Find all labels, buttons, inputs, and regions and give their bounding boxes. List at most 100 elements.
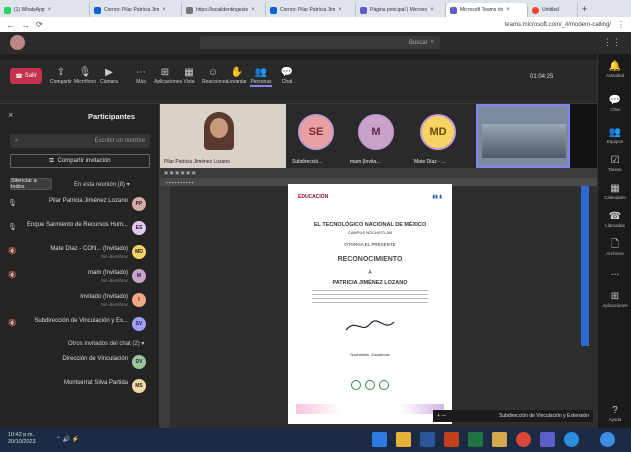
- close-icon[interactable]: ×: [430, 7, 434, 13]
- files-icon: 🗋: [610, 239, 620, 250]
- close-icon[interactable]: ×: [8, 110, 13, 120]
- participant-row[interactable]: Dirección de Vinculación DV: [0, 352, 160, 374]
- logos: ▮▮ ▮: [432, 194, 442, 200]
- excel-icon[interactable]: [468, 432, 483, 447]
- browser-tab[interactable]: (1) WhatsApp ×: [0, 3, 90, 17]
- avatar: SV: [132, 317, 146, 331]
- rail-item-activity[interactable]: 🔔 Actividad: [598, 60, 631, 78]
- browser-tab[interactable]: Página principal | Microso ×: [356, 3, 446, 17]
- scrollbar[interactable]: [581, 186, 589, 346]
- video-tile[interactable]: [476, 104, 570, 168]
- avatar[interactable]: M: [358, 114, 394, 150]
- leave-button[interactable]: ☎ Salir: [10, 68, 42, 84]
- page-icon: [186, 6, 193, 14]
- browser-tab[interactable]: Correo: Pilar Patricia Jim ×: [90, 3, 182, 17]
- rail-item-calendar[interactable]: ▦ Calendario: [598, 182, 631, 200]
- share-button[interactable]: ⇪ Compartir: [50, 67, 72, 85]
- teams-top-bar: ⋮⋮ Buscar ⌕: [0, 32, 631, 54]
- ribbon-icons: ▪ ▪ ▪ ▪ ▪ ▪ ▪ ▪ ▪ ▪: [166, 179, 194, 185]
- more-button[interactable]: ⋯ Más: [130, 67, 152, 85]
- browser-tab[interactable]: Untitled: [528, 3, 578, 17]
- close-icon[interactable]: ×: [162, 7, 166, 13]
- search-input[interactable]: Buscar ⌕: [200, 36, 440, 49]
- rail-item-files[interactable]: 🗋 Archivos: [598, 238, 631, 256]
- files-icon[interactable]: [492, 432, 507, 447]
- view-button[interactable]: ▦ Vista: [178, 67, 200, 85]
- browser-tab[interactable]: Correo: Pilar Patricia Jim ×: [266, 3, 356, 17]
- body-text: [312, 290, 428, 306]
- participant-row[interactable]: Montserrat Silva Partida MS: [0, 376, 160, 398]
- others-header[interactable]: Otros invitados del chat (2) ▾: [68, 340, 144, 347]
- url-field[interactable]: teams.microsoft.com/_#/modern-calling/: [49, 22, 611, 28]
- tray-icons[interactable]: ⌃ 🔊 ⚡: [56, 436, 79, 443]
- presenter-controls[interactable]: + —: [437, 413, 446, 419]
- teams-icon[interactable]: [540, 432, 555, 447]
- extensions-icon[interactable]: ⋮: [617, 20, 625, 29]
- avatar[interactable]: [10, 35, 25, 50]
- calendar-icon: ▦: [610, 183, 620, 194]
- participant-row[interactable]: 🔇 Subdirección de Vinculación y Ex... SV: [0, 314, 160, 336]
- rail-item-calls[interactable]: ☎ Llamadas: [598, 210, 631, 228]
- apps-grid-icon[interactable]: ⋮⋮: [603, 37, 621, 48]
- forward-icon[interactable]: →: [21, 20, 30, 30]
- search-icon: ⌕: [430, 39, 434, 45]
- back-icon[interactable]: ←: [6, 20, 15, 30]
- rail-item-tasks[interactable]: ☑ Tareas: [598, 154, 631, 172]
- seals: [344, 380, 396, 392]
- chat-button[interactable]: 💬 Chat: [276, 67, 298, 85]
- mute-all-button[interactable]: Silenciar a todos: [10, 178, 52, 190]
- rail-item-help[interactable]: ? Ayuda: [598, 404, 631, 422]
- avatar: MD: [132, 245, 146, 259]
- browser-tab-active[interactable]: Microsoft Teams ón ×: [446, 3, 528, 17]
- browser-tab[interactable]: https://localidentingeste ×: [182, 3, 266, 17]
- participant-search-input[interactable]: ⌕ Escribir un nombre: [10, 134, 150, 148]
- participant-row[interactable]: 🔇 Mate Díaz - CON... (Invitado) Sin iden…: [0, 242, 160, 264]
- in-meeting-header[interactable]: En esta reunión (8) ▾: [74, 181, 130, 188]
- reactions-button[interactable]: ☺ Reacciones: [202, 67, 228, 85]
- share-invite-button[interactable]: ⧉ Compartir invitación: [10, 154, 150, 168]
- avatar[interactable]: SE: [298, 114, 334, 150]
- close-icon[interactable]: ×: [251, 7, 255, 13]
- rail-item-more[interactable]: ...: [598, 266, 631, 279]
- clock[interactable]: 10:42 p.m. 20/10/2023: [8, 432, 36, 446]
- chrome-icon[interactable]: [516, 432, 531, 447]
- close-icon[interactable]: ×: [48, 7, 52, 13]
- apps-button[interactable]: ⊞ Aplicaciones: [154, 67, 182, 85]
- mic-button[interactable]: 🎙 Micrófono: [74, 67, 96, 85]
- presenter-bar: + — Subdirección de Vinculación y Extens…: [433, 410, 593, 422]
- app-icon[interactable]: [564, 432, 579, 447]
- avatar: M: [132, 269, 146, 283]
- close-icon[interactable]: ×: [338, 7, 342, 13]
- close-icon[interactable]: ×: [506, 7, 510, 13]
- reactions-icon: ☺: [207, 67, 219, 78]
- outlook-icon: [270, 6, 277, 14]
- participant-row[interactable]: 🎙 Enque Sarmiento de Recursos Hum... ES: [0, 218, 160, 240]
- participant-row[interactable]: 🎙 Pilar Patricia Jiménez Lozano PP: [0, 194, 160, 216]
- reload-icon[interactable]: ⟳: [36, 20, 43, 29]
- participant-row[interactable]: Invitado (Invitado) Sin identificar I: [0, 290, 160, 312]
- mic-icon: 🎙: [78, 67, 92, 78]
- word-icon[interactable]: [420, 432, 435, 447]
- rail-item-apps[interactable]: ⊞ Aplicaciones: [598, 290, 631, 308]
- avatar[interactable]: MD: [420, 114, 456, 150]
- tasks-icon: ☑: [610, 155, 620, 166]
- camera-button[interactable]: ▶ Cámara: [98, 67, 120, 85]
- phone-hangup-icon: ☎: [15, 73, 23, 80]
- explorer-icon[interactable]: [396, 432, 411, 447]
- rail-item-teams[interactable]: 👥 Equipos: [598, 126, 631, 144]
- signature: [345, 320, 395, 331]
- new-tab-icon[interactable]: +: [582, 4, 587, 14]
- powerpoint-icon[interactable]: [444, 432, 459, 447]
- hand-icon: ✋: [230, 67, 244, 78]
- raise-hand-button[interactable]: ✋ Levantar: [226, 67, 248, 85]
- video-tile[interactable]: Pilar Patricia Jiménez Lozano: [160, 104, 286, 168]
- whatsapp-icon: [4, 6, 11, 14]
- avatar: MS: [132, 379, 146, 393]
- rail-item-chat[interactable]: 💬 Chat: [598, 94, 631, 112]
- avatar: I: [132, 293, 146, 307]
- start-icon[interactable]: [600, 432, 615, 447]
- edge-icon[interactable]: [372, 432, 387, 447]
- people-button[interactable]: 👥 Personas: [250, 67, 272, 87]
- participant-row[interactable]: 🔇 mam (Invitado) Sin identificar M: [0, 266, 160, 288]
- panel-title: Participantes: [88, 112, 136, 121]
